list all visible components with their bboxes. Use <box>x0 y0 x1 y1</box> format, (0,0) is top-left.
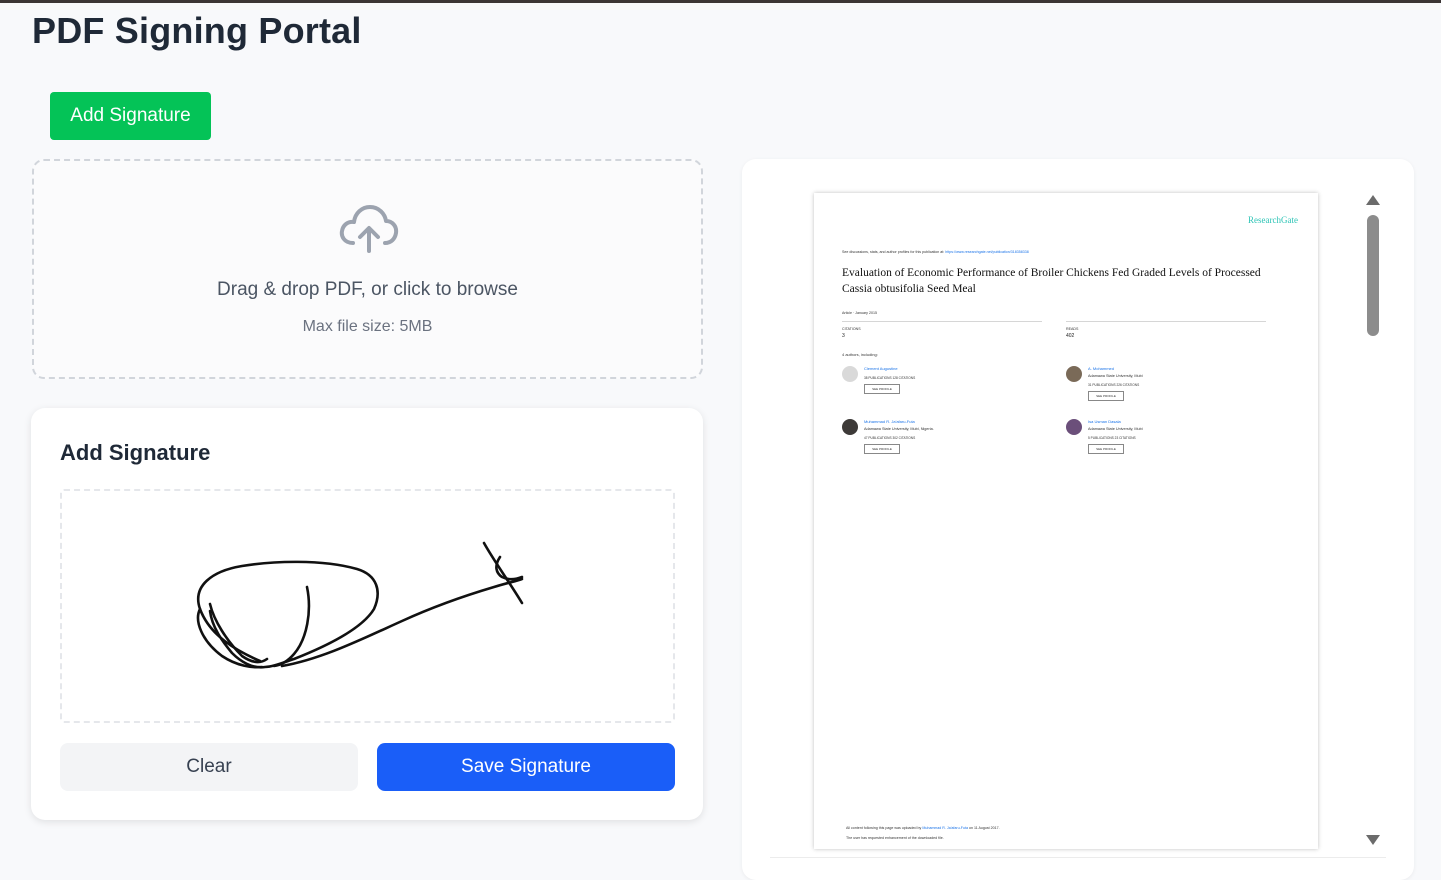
pdf-authors-intro: 4 authors, including: <box>842 352 878 357</box>
see-profile-button[interactable]: SEE PROFILE <box>1088 391 1124 401</box>
pdf-article-meta: Article · January 2015 <box>842 311 877 315</box>
viewer-bottom-edge <box>770 857 1386 858</box>
pdf-footer-line1: All content following this page was uplo… <box>846 826 1000 830</box>
page-title: PDF Signing Portal <box>32 10 362 51</box>
pdf-author-3: Muhammad R. Ja'afaru-Futa Adamawa State … <box>842 419 1042 459</box>
pdf-page: ResearchGate See discussions, stats, and… <box>814 193 1318 849</box>
author-name[interactable]: Isa Usman Dasala <box>1088 419 1121 424</box>
avatar <box>842 419 858 435</box>
signature-card-title: Add Signature <box>60 440 211 465</box>
author-stats: 38 PUBLICATIONS 128 CITATIONS <box>864 376 916 380</box>
scrollbar-thumb[interactable] <box>1367 215 1379 336</box>
pdf-dropzone[interactable]: Drag & drop PDF, or click to browse Max … <box>32 159 703 379</box>
author-name[interactable]: A. Mohammed <box>1088 366 1114 371</box>
cloud-upload-icon <box>339 205 399 253</box>
avatar <box>1066 419 1082 435</box>
scroll-down-arrow-icon[interactable] <box>1366 835 1380 845</box>
pdf-citations-value: 3 <box>842 333 845 339</box>
pdf-title: Evaluation of Economic Performance of Br… <box>842 267 1261 295</box>
pdf-reads-label: READS <box>1066 327 1079 331</box>
see-profile-button[interactable]: SEE PROFILE <box>1088 444 1124 454</box>
pdf-intro: See discussions, stats, and author profi… <box>842 250 1029 254</box>
see-profile-button[interactable]: SEE PROFILE <box>864 444 900 454</box>
pdf-footer-link[interactable]: Muhammad R. Ja'afaru-Futa <box>922 826 968 830</box>
signature-stroke <box>196 541 524 669</box>
dropzone-instruction: Drag & drop PDF, or click to browse <box>217 279 518 300</box>
author-stats: 47 PUBLICATIONS 302 CITATIONS <box>864 436 916 440</box>
signature-canvas[interactable] <box>60 489 675 723</box>
pdf-reads-value: 402 <box>1066 333 1075 339</box>
scroll-up-arrow-icon[interactable] <box>1366 195 1380 205</box>
avatar <box>842 366 858 382</box>
pdf-viewer[interactable]: ResearchGate See discussions, stats, and… <box>742 159 1414 880</box>
author-name[interactable]: Muhammad R. Ja'afaru-Futa <box>864 419 915 424</box>
pdf-rule-right <box>1066 321 1266 322</box>
author-stats: 31 PUBLICATIONS 226 CITATIONS <box>1088 383 1140 387</box>
pdf-citations-label: CITATIONS <box>842 327 861 331</box>
author-affiliation: Adamawa State University, Mubi, Nigeria. <box>864 427 934 431</box>
dropzone-max-size: Max file size: 5MB <box>302 318 433 335</box>
window-top-border <box>0 0 1441 3</box>
researchgate-logo: ResearchGate <box>1248 215 1298 225</box>
avatar <box>1066 366 1082 382</box>
pdf-rule-left <box>842 321 1042 322</box>
see-profile-button[interactable]: SEE PROFILE <box>864 384 900 394</box>
author-affiliation: Adamawa State University, Mubi <box>1088 374 1143 378</box>
clear-button[interactable]: Clear <box>60 743 358 791</box>
add-signature-button[interactable]: Add Signature <box>50 92 211 140</box>
author-name[interactable]: Clement Augustine <box>864 366 898 371</box>
signature-card: Add Signature Clear Save Signature <box>31 408 703 820</box>
pdf-author-1: Clement Augustine 38 PUBLICATIONS 128 CI… <box>842 366 1042 406</box>
author-affiliation: Adamawa State University, Mubi <box>1088 427 1143 431</box>
pdf-author-2: A. Mohammed Adamawa State University, Mu… <box>1066 366 1266 406</box>
author-stats: 5 PUBLICATIONS 23 CITATIONS <box>1088 436 1136 440</box>
save-signature-button[interactable]: Save Signature <box>377 743 675 791</box>
pdf-intro-link[interactable]: https://www.researchgate.net/publication… <box>945 250 1029 254</box>
pdf-footer-line2: The user has requested enhancement of th… <box>846 836 944 840</box>
pdf-author-4: Isa Usman Dasala Adamawa State Universit… <box>1066 419 1266 459</box>
